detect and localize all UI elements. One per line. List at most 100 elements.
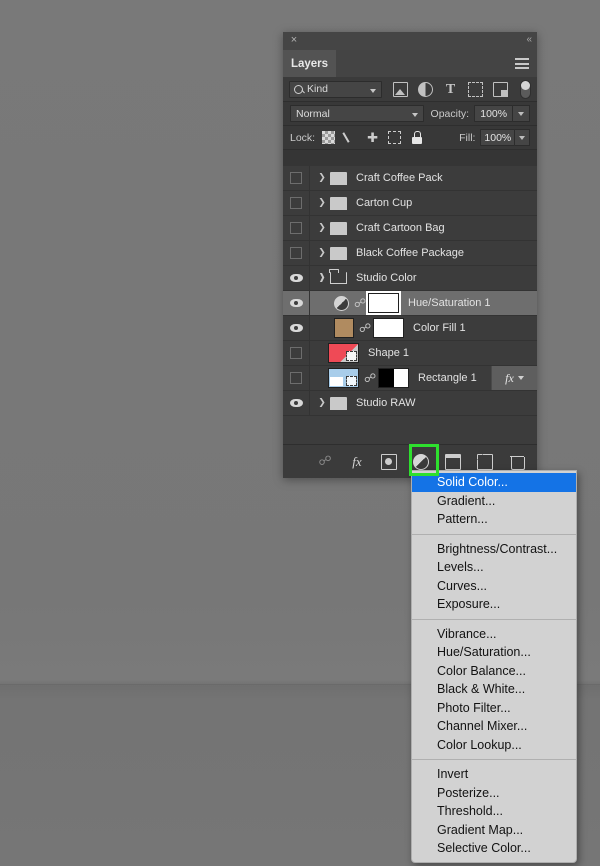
folder-icon [330, 171, 347, 185]
menu-item-posterize[interactable]: Posterize... [412, 784, 576, 803]
menu-item-vibrance[interactable]: Vibrance... [412, 625, 576, 644]
table-row[interactable]: ❯ Craft Coffee Pack [283, 166, 537, 191]
menu-item-exposure[interactable]: Exposure... [412, 595, 576, 614]
table-row[interactable]: ☍ Color Fill 1 [283, 316, 537, 341]
layer-mask-thumbnail[interactable] [378, 368, 409, 388]
menu-item-gradient[interactable]: Gradient... [412, 492, 576, 511]
panel-titlebar: × « [283, 32, 537, 50]
layer-effects-indicator[interactable]: fx [491, 366, 537, 390]
table-row[interactable]: ❯ Studio RAW [283, 391, 537, 416]
table-row[interactable]: ❯ Craft Cartoon Bag [283, 216, 537, 241]
fill-stepper[interactable] [515, 129, 530, 146]
layer-name: Color Fill 1 [413, 322, 466, 334]
filter-adjustment-icon[interactable] [418, 81, 433, 97]
add-layer-mask-button[interactable] [381, 453, 397, 470]
layers-panel: × « Layers Kind T Normal Opacity: 100% L… [283, 32, 537, 478]
link-mask-icon[interactable]: ☍ [359, 322, 371, 334]
menu-item-color-lookup[interactable]: Color Lookup... [412, 736, 576, 755]
link-mask-icon[interactable]: ☍ [364, 372, 376, 384]
new-adjustment-layer-button[interactable] [413, 453, 429, 470]
visibility-toggle[interactable] [283, 191, 310, 215]
table-row[interactable]: ❱ Studio Color [283, 266, 537, 291]
filter-toggle-switch[interactable] [520, 79, 531, 99]
visibility-toggle[interactable] [283, 366, 310, 390]
shape-thumbnail[interactable] [328, 343, 359, 363]
lock-row: Lock: ✚ Fill: 100% [283, 126, 537, 150]
chevron-down-icon[interactable]: ❱ [315, 273, 329, 283]
menu-item-photo-filter[interactable]: Photo Filter... [412, 699, 576, 718]
tab-layers[interactable]: Layers [283, 50, 336, 77]
blend-mode-select[interactable]: Normal [290, 105, 424, 122]
menu-item-hue-saturation[interactable]: Hue/Saturation... [412, 643, 576, 662]
chevron-right-icon[interactable]: ❯ [315, 223, 329, 233]
table-row[interactable]: ❯ Carton Cup [283, 191, 537, 216]
chevron-right-icon[interactable]: ❯ [315, 198, 329, 208]
filter-smartobject-icon[interactable] [493, 81, 508, 97]
chevron-down-icon [370, 88, 376, 93]
menu-item-gradient-map[interactable]: Gradient Map... [412, 821, 576, 840]
table-row[interactable]: ☍ Rectangle 1 fx [283, 366, 537, 391]
menu-item-invert[interactable]: Invert [412, 765, 576, 784]
table-row[interactable]: ❯ Black Coffee Package [283, 241, 537, 266]
opacity-stepper[interactable] [513, 105, 530, 122]
fill-input[interactable]: 100% [480, 129, 516, 146]
panel-menu-icon[interactable] [515, 58, 529, 69]
filter-type-icons: T [393, 79, 531, 99]
lock-image-pixels-icon[interactable] [344, 131, 357, 144]
chevron-down-icon[interactable] [517, 376, 524, 380]
menu-item-curves[interactable]: Curves... [412, 577, 576, 596]
chevron-down-icon [411, 113, 418, 117]
layer-style-fx-button[interactable]: fx [349, 454, 365, 470]
close-icon[interactable]: × [288, 34, 300, 46]
fill-color-thumbnail[interactable] [334, 318, 354, 338]
menu-item-color-balance[interactable]: Color Balance... [412, 662, 576, 681]
folder-icon [330, 246, 347, 260]
chevron-right-icon[interactable]: ❯ [315, 248, 329, 258]
new-group-button[interactable] [445, 453, 461, 470]
menu-item-channel-mixer[interactable]: Channel Mixer... [412, 717, 576, 736]
filter-kind-select[interactable]: Kind [289, 80, 382, 98]
filter-shape-icon[interactable] [468, 81, 483, 97]
layer-name: Studio RAW [356, 397, 416, 409]
menu-item-black-and-white[interactable]: Black & White... [412, 680, 576, 699]
visibility-toggle[interactable] [283, 291, 310, 315]
layer-mask-thumbnail[interactable] [366, 291, 401, 315]
visibility-toggle[interactable] [283, 216, 310, 240]
link-layers-button[interactable]: ☍ [317, 454, 333, 470]
folder-icon [330, 396, 347, 410]
visibility-toggle[interactable] [283, 391, 310, 415]
table-row[interactable]: ☍ Hue/Saturation 1 [283, 291, 537, 316]
delete-layer-button[interactable] [509, 454, 525, 470]
menu-item-solid-color[interactable]: Solid Color... [412, 473, 576, 492]
layer-mask-thumbnail[interactable] [373, 318, 404, 338]
shape-fill-region [330, 377, 343, 386]
visibility-toggle[interactable] [283, 316, 310, 340]
filter-type-icon[interactable]: T [443, 82, 458, 97]
lock-position-icon[interactable]: ✚ [366, 131, 379, 144]
shape-thumbnail[interactable] [328, 368, 359, 388]
chevron-right-icon[interactable]: ❯ [315, 173, 329, 183]
folder-icon [330, 221, 347, 235]
link-mask-icon[interactable]: ☍ [354, 297, 366, 309]
menu-item-threshold[interactable]: Threshold... [412, 802, 576, 821]
menu-item-pattern[interactable]: Pattern... [412, 510, 576, 529]
lock-all-icon[interactable] [410, 131, 423, 144]
new-layer-button[interactable] [477, 453, 493, 470]
menu-item-levels[interactable]: Levels... [412, 558, 576, 577]
menu-item-brightness-contrast[interactable]: Brightness/Contrast... [412, 540, 576, 559]
lock-transparent-pixels-icon[interactable] [322, 131, 336, 144]
visibility-toggle[interactable] [283, 166, 310, 190]
table-row[interactable]: Shape 1 [283, 341, 537, 366]
visibility-toggle[interactable] [283, 266, 310, 290]
lock-artboard-nesting-icon[interactable] [388, 131, 402, 144]
lock-icons: ✚ [322, 131, 423, 144]
visibility-toggle[interactable] [283, 341, 310, 365]
chevron-right-icon[interactable]: ❯ [315, 398, 329, 408]
opacity-input[interactable]: 100% [474, 105, 514, 122]
adjustment-thumbnail-icon[interactable] [334, 295, 349, 311]
menu-item-selective-color[interactable]: Selective Color... [412, 839, 576, 858]
visibility-toggle[interactable] [283, 241, 310, 265]
filter-pixel-icon[interactable] [393, 81, 408, 97]
collapse-panel-icon[interactable]: « [526, 34, 531, 46]
filter-kind-label: Kind [307, 83, 329, 95]
